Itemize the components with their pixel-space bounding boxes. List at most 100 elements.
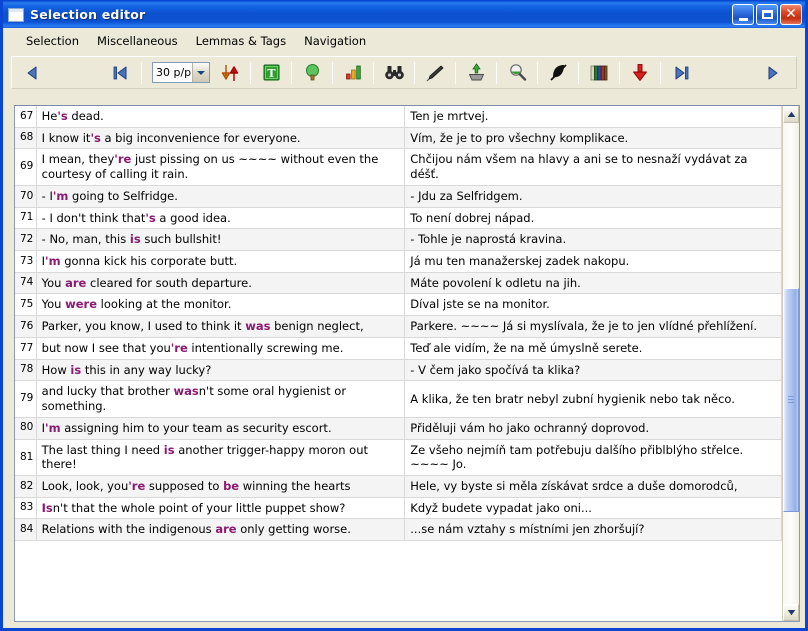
- source-text-cell[interactable]: Relations with the indigenous are only g…: [36, 518, 406, 542]
- close-button[interactable]: ✕: [780, 4, 802, 25]
- contrast-button[interactable]: [543, 59, 573, 87]
- chart-button[interactable]: [338, 59, 368, 87]
- table-row[interactable]: 82 Look, look, you're supposed to be winn…: [15, 475, 782, 498]
- source-text-cell[interactable]: He's dead.: [36, 106, 406, 128]
- pen-button[interactable]: [420, 59, 450, 87]
- target-text-cell[interactable]: ...se nám vztahy s místními jen zhoršují…: [404, 518, 782, 542]
- zoom-button[interactable]: [502, 59, 532, 87]
- download-button[interactable]: [625, 59, 655, 87]
- maximize-button[interactable]: [756, 4, 778, 25]
- table-row[interactable]: 73 I'm gonna kick his corporate butt. Já m…: [15, 250, 782, 273]
- table-row[interactable]: 83 Isn't that the whole point of your lit…: [15, 497, 782, 520]
- target-text-cell[interactable]: Máte povolení k odletu na jih.: [404, 272, 782, 295]
- target-text-cell[interactable]: Teď ale vidím, že na mě úmyslně serete.: [404, 337, 782, 360]
- scroll-thumb[interactable]: [783, 288, 799, 512]
- source-text-cell[interactable]: You were looking at the monitor.: [36, 293, 406, 317]
- table-row[interactable]: 77 but now I see that you're intentionall…: [15, 337, 782, 360]
- target-text-cell[interactable]: Ze všeho nejmíň tam potřebuju dalšího př…: [404, 439, 782, 476]
- source-text-cell[interactable]: and lucky that brother wasn't some oral …: [36, 380, 406, 418]
- plain-token: only getting worse.: [236, 522, 351, 537]
- table-row[interactable]: 84 Relations with the indigenous are only…: [15, 518, 782, 542]
- target-text-cell[interactable]: Vím, že je to pro všechny komplikace.: [404, 127, 782, 150]
- target-text-cell[interactable]: A klika, že ten bratr nebyl zubní hygien…: [404, 380, 782, 418]
- menu-lemmas-tags[interactable]: Lemmas & Tags: [187, 31, 295, 51]
- plain-token: I mean, they: [41, 152, 115, 167]
- table-row[interactable]: 70- I'm going to Selfridge. - Jdu za Self…: [15, 185, 782, 208]
- highlighted-token: was: [173, 384, 199, 399]
- highlighted-token: are: [215, 522, 237, 537]
- toolbar-separator-11: [619, 61, 620, 84]
- table-row[interactable]: 75 You were looking at the monitor. Díval …: [15, 293, 782, 317]
- find-button[interactable]: [379, 59, 409, 87]
- next-page-button[interactable]: [752, 59, 792, 87]
- minimize-button[interactable]: [732, 4, 754, 25]
- last-page-button[interactable]: [666, 59, 696, 87]
- previous-page-arrow-icon: [27, 66, 37, 79]
- source-text-cell[interactable]: The last thing I need is another trigger…: [36, 439, 406, 476]
- source-text-cell[interactable]: Look, look, you're supposed to be winnin…: [36, 475, 406, 498]
- source-text-cell[interactable]: You are cleared for south departure.: [36, 272, 406, 295]
- sort-button[interactable]: [215, 59, 245, 87]
- source-text-cell[interactable]: but now I see that you're intentionally …: [36, 337, 406, 360]
- target-text-cell[interactable]: Ten je mrtvej.: [404, 106, 782, 128]
- source-text-cell[interactable]: - I don't think that's a good idea.: [36, 207, 406, 230]
- source-text-cell[interactable]: - No, man, this is such bullshit!: [36, 228, 406, 252]
- table-row[interactable]: 80 I'm assigning him to your team as secu…: [15, 417, 782, 440]
- source-text-cell[interactable]: Isn't that the whole point of your littl…: [36, 497, 406, 520]
- table-row[interactable]: 76 Parker, you know, I used to think it w…: [15, 315, 782, 338]
- tree-button[interactable]: [297, 59, 327, 87]
- source-text-cell[interactable]: - I'm going to Selfridge.: [36, 185, 406, 208]
- segment-table-viewport[interactable]: 67 He's dead. Ten je mrtvej. 68 I know it's …: [15, 106, 782, 621]
- target-text-cell[interactable]: - V čem jako spočívá ta klika?: [404, 359, 782, 382]
- previous-page-button[interactable]: [16, 59, 50, 87]
- tag-button[interactable]: T: [256, 59, 286, 87]
- source-text-cell[interactable]: I'm gonna kick his corporate butt.: [36, 250, 406, 273]
- source-text-cell[interactable]: I mean, they're just pissing on us ~~~~ …: [36, 148, 406, 186]
- target-text-cell[interactable]: Díval jste se na monitor.: [404, 293, 782, 317]
- pen-icon: [426, 64, 444, 81]
- target-text-cell[interactable]: Když budete vypadat jako oni...: [404, 497, 782, 520]
- source-text-cell[interactable]: I know it's a big inconvenience for ever…: [36, 127, 406, 150]
- plain-token: intentionally screwing me.: [187, 340, 344, 355]
- table-row[interactable]: 74 You are cleared for south departure. Má…: [15, 272, 782, 295]
- source-text-cell[interactable]: I'm assigning him to your team as securi…: [36, 417, 406, 440]
- chevron-down-icon[interactable]: [192, 63, 209, 82]
- table-row[interactable]: 67 He's dead. Ten je mrtvej.: [15, 106, 782, 128]
- menu-miscellaneous[interactable]: Miscellaneous: [88, 31, 187, 51]
- target-text-cell[interactable]: - Jdu za Selfridgem.: [404, 185, 782, 208]
- table-row[interactable]: 81 The last thing I need is another trigg…: [15, 439, 782, 476]
- scroll-down-button[interactable]: [783, 604, 799, 621]
- scrollbar-track[interactable]: [783, 123, 799, 604]
- table-row[interactable]: 68 I know it's a big inconvenience for ev…: [15, 127, 782, 150]
- import-button[interactable]: [461, 59, 491, 87]
- menu-navigation[interactable]: Navigation: [295, 31, 375, 51]
- plain-token: cleared for south departure.: [86, 275, 252, 290]
- books-button[interactable]: [584, 59, 614, 87]
- target-text-cell[interactable]: Přiděluji vám ho jako ochranný doprovod.: [404, 417, 782, 440]
- target-text-cell[interactable]: Chčijou nám všem na hlavy a ani se to ne…: [404, 148, 782, 186]
- target-text-cell[interactable]: Parkere. ~~~~ Já si myslívala, že je to …: [404, 315, 782, 338]
- menu-selection[interactable]: Selection: [17, 31, 88, 51]
- toolbar-separator-12: [660, 61, 661, 84]
- table-row[interactable]: 79 and lucky that brother wasn't some ora…: [15, 380, 782, 418]
- target-text-cell[interactable]: Hele, vy byste si měla získávat srdce a …: [404, 475, 782, 498]
- svg-text:T: T: [267, 67, 276, 80]
- table-row[interactable]: 69 I mean, they're just pissing on us ~~~…: [15, 148, 782, 186]
- vertical-scrollbar[interactable]: [782, 106, 799, 621]
- table-row[interactable]: 78 How is this in any way lucky? - V čem j…: [15, 359, 782, 382]
- target-text-cell[interactable]: - Tohle je naprostá kravina.: [404, 228, 782, 252]
- page-size-select[interactable]: 30 p/p: [152, 62, 210, 83]
- plain-token: How: [41, 362, 71, 377]
- plain-token: supposed to: [145, 478, 224, 493]
- source-text-cell[interactable]: Parker, you know, I used to think it was…: [36, 315, 406, 338]
- magnifier-icon: [509, 64, 526, 81]
- source-text-cell[interactable]: How is this in any way lucky?: [36, 359, 406, 382]
- target-text-cell[interactable]: To není dobrej nápad.: [404, 207, 782, 230]
- table-row[interactable]: 71- I don't think that's a good idea. To …: [15, 207, 782, 230]
- highlighted-token: 'm: [45, 420, 61, 435]
- table-row[interactable]: 72- No, man, this is such bullshit! - Toh…: [15, 228, 782, 252]
- target-text-cell[interactable]: Já mu ten manažerskej zadek nakopu.: [404, 250, 782, 273]
- highlighted-token: 's: [90, 130, 101, 145]
- scroll-up-button[interactable]: [783, 106, 799, 123]
- first-page-button[interactable]: [106, 59, 136, 87]
